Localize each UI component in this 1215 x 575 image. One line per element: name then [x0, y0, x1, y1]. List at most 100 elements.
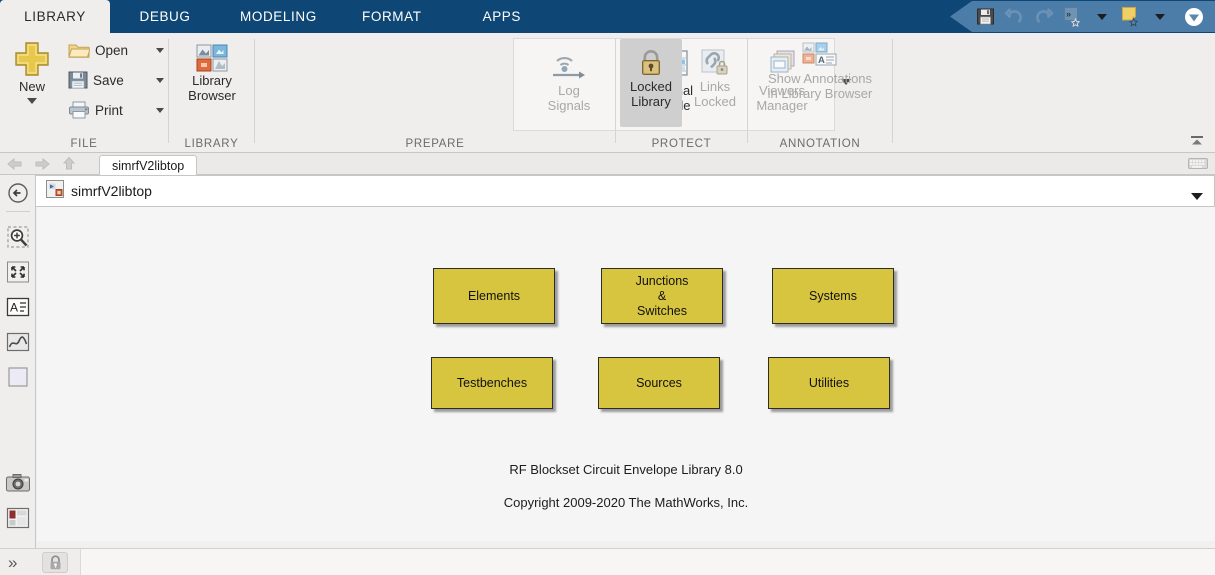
ribbon-group-label-protect: PROTECT — [616, 138, 747, 150]
log-signals-icon — [548, 47, 590, 83]
ribbon-separator — [892, 39, 893, 143]
status-bar: » — [0, 548, 1215, 575]
save-icon — [68, 71, 88, 89]
up-arrow-icon[interactable] — [62, 156, 76, 176]
show-annotations-label-line2: in Library Browser — [768, 86, 873, 101]
tab-apps[interactable]: APPS — [447, 0, 557, 33]
links-locked-button[interactable]: Links Locked — [686, 39, 744, 127]
plus-icon — [12, 39, 52, 79]
note-favorite-icon[interactable] — [1117, 4, 1144, 29]
annotation-browser-icon: A — [801, 41, 839, 71]
print-dropdown-icon[interactable] — [156, 108, 164, 113]
block-label: Systems — [809, 289, 857, 304]
block-elements[interactable]: Elements — [433, 268, 555, 324]
tab-format[interactable]: FORMAT — [337, 0, 447, 33]
folder-icon — [68, 41, 90, 59]
collapse-ribbon-icon[interactable] — [1187, 132, 1207, 150]
camera-icon[interactable] — [4, 469, 32, 497]
print-label: Print — [95, 103, 123, 118]
library-browser-button[interactable]: Library Browser — [175, 43, 249, 103]
copyright-annotation: Copyright 2009-2020 The MathWorks, Inc. — [37, 495, 1215, 510]
layout-icon[interactable] — [4, 504, 32, 532]
ribbon-group-protect: Locked Library — [616, 33, 747, 153]
links-locked-label-line2: Locked — [694, 94, 736, 109]
log-signals-label-line2: Signals — [548, 98, 591, 113]
ribbon-tab-bar: LIBRARY DEBUG MODELING FORMAT APPS — [0, 0, 1215, 33]
navigation-arrows — [6, 156, 76, 176]
block-junctions-and-switches[interactable]: Junctions & Switches — [601, 268, 723, 324]
expand-panel-icon[interactable]: » — [8, 553, 17, 572]
block-utilities[interactable]: Utilities — [768, 357, 890, 409]
ribbon-group-label-prepare: PREPARE — [255, 138, 615, 150]
save-icon[interactable] — [972, 4, 999, 29]
tab-library[interactable]: LIBRARY — [0, 0, 110, 33]
horizontal-scroll-area[interactable] — [37, 541, 1215, 548]
annotation-icon[interactable]: A — [4, 293, 32, 321]
tab-strip: LIBRARY DEBUG MODELING FORMAT APPS — [0, 0, 557, 33]
model-name: simrfV2libtop — [71, 183, 152, 199]
lock-status-button[interactable] — [42, 552, 68, 573]
log-signals-button[interactable]: Log Signals — [527, 47, 611, 113]
svg-text:A: A — [10, 301, 18, 315]
ribbon-group-label-annotation: ANNOTATION — [748, 138, 892, 150]
step-forward-favorite-icon: » — [1059, 4, 1086, 29]
path-dropdown-icon[interactable] — [1190, 188, 1204, 206]
redo-icon — [1030, 4, 1057, 29]
toolbar-divider — [6, 211, 30, 212]
link-lock-icon — [699, 47, 731, 79]
status-text — [80, 549, 1215, 575]
undo-icon — [1001, 4, 1028, 29]
back-arrow-icon[interactable] — [6, 157, 23, 176]
library-browser-label-line2: Browser — [188, 88, 236, 103]
breadcrumb-tab[interactable]: simrfV2libtop — [99, 155, 197, 175]
block-testbenches[interactable]: Testbenches — [431, 357, 553, 409]
svg-text:A: A — [818, 55, 825, 66]
library-browser-label-line1: Library — [192, 73, 232, 88]
show-annotations-button[interactable]: A Show Annotations in Library Browser — [752, 41, 888, 101]
keyboard-icon[interactable] — [1188, 157, 1208, 175]
new-button[interactable]: New — [4, 39, 60, 104]
canvas-toolbar: A — [0, 175, 36, 575]
chevron-down-icon[interactable] — [1146, 4, 1173, 29]
image-icon[interactable] — [4, 328, 32, 356]
tab-debug[interactable]: DEBUG — [110, 0, 220, 33]
locked-library-button[interactable]: Locked Library — [620, 39, 682, 127]
library-canvas[interactable]: Elements Junctions & Switches Systems Te… — [37, 207, 1215, 548]
open-dropdown-icon[interactable] — [156, 48, 164, 53]
locked-library-label-line1: Locked — [630, 79, 672, 94]
save-button[interactable]: Save — [68, 71, 164, 89]
library-title-annotation: RF Blockset Circuit Envelope Library 8.0 — [37, 462, 1215, 477]
navigate-back-icon[interactable] — [4, 179, 32, 207]
block-label: Junctions & Switches — [636, 274, 689, 319]
model-path-bar: simrfV2libtop — [36, 175, 1215, 207]
block-label: Testbenches — [457, 376, 527, 391]
lock-icon — [636, 47, 666, 79]
simulink-library-window: LIBRARY DEBUG MODELING FORMAT APPS — [0, 0, 1215, 575]
svg-text:»: » — [1066, 9, 1071, 19]
forward-arrow-icon[interactable] — [34, 157, 51, 176]
new-dropdown-icon[interactable] — [27, 98, 37, 104]
library-browser-icon — [195, 43, 229, 73]
ribbon: New Open — [0, 33, 1215, 153]
save-dropdown-icon[interactable] — [156, 78, 164, 83]
quick-access-toolbar: » — [950, 1, 1215, 32]
ribbon-group-file: New Open — [0, 33, 168, 153]
ribbon-group-label-library: LIBRARY — [169, 138, 254, 150]
fit-to-view-icon[interactable] — [4, 258, 32, 286]
area-icon[interactable] — [4, 363, 32, 391]
help-badge-icon[interactable] — [1180, 4, 1207, 29]
library-model-icon — [46, 180, 64, 203]
zoom-region-icon[interactable] — [4, 223, 32, 251]
ribbon-group-label-file: FILE — [0, 138, 168, 150]
show-annotations-label-line1: Show Annotations — [768, 71, 872, 86]
block-systems[interactable]: Systems — [772, 268, 894, 324]
ribbon-group-prepare: Log Signals Signal — [255, 33, 615, 153]
tab-modeling[interactable]: MODELING — [220, 0, 337, 33]
ribbon-group-annotation: A Show Annotations in Library Browser AN… — [748, 33, 892, 153]
chevron-down-icon[interactable] — [1088, 4, 1115, 29]
open-button[interactable]: Open — [68, 41, 164, 59]
breadcrumb: simrfV2libtop — [0, 153, 1215, 175]
print-button[interactable]: Print — [68, 101, 164, 119]
block-label: Elements — [468, 289, 520, 304]
block-sources[interactable]: Sources — [598, 357, 720, 409]
